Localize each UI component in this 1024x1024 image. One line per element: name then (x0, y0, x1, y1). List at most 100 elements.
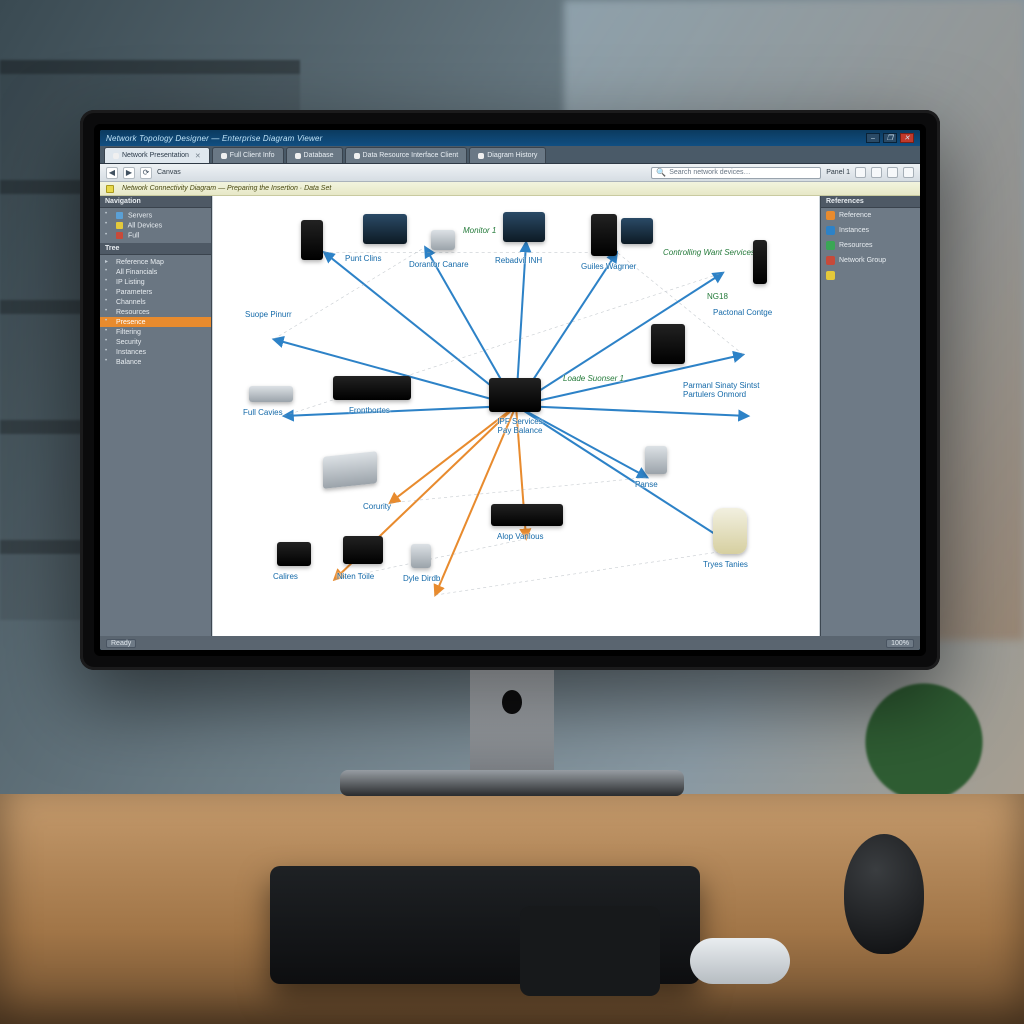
window-minimize-button[interactable]: – (866, 133, 880, 143)
sidebar-groups: Servers All Devices Full (100, 208, 211, 243)
toolbar-label: Canvas (157, 169, 181, 176)
node-label: Dyle Dirdb (403, 574, 440, 583)
node-cylinder[interactable] (713, 508, 747, 554)
toolbar-more-button[interactable] (903, 167, 914, 178)
color-swatch (826, 241, 835, 250)
ref-label: Reference (839, 212, 871, 219)
node-label: Dorantor Canare (409, 260, 469, 269)
sidebar-group-full[interactable]: Full (100, 231, 211, 241)
refresh-button[interactable]: ⟳ (140, 167, 152, 179)
tree-item[interactable]: Balance (100, 357, 211, 367)
node-center[interactable] (489, 378, 541, 412)
sidebar-title: Navigation (100, 196, 211, 208)
ref-item[interactable]: Resources (821, 238, 920, 253)
diagram-canvas[interactable]: IPF Services Pay Balance Punt Clins Dora… (212, 196, 820, 636)
node-switch[interactable] (249, 386, 293, 402)
status-text: Ready (106, 639, 136, 648)
tab-label: Network Presentation (122, 152, 189, 159)
tab-data-resource[interactable]: Data Resource Interface Client (345, 147, 468, 163)
group-label: Servers (128, 212, 152, 219)
ref-item[interactable]: Network Group (821, 253, 920, 268)
tree-item[interactable]: Channels (100, 297, 211, 307)
nav-forward-button[interactable]: ▶ (123, 167, 135, 179)
node-router[interactable] (491, 504, 563, 526)
node-cam3[interactable] (645, 446, 667, 474)
color-swatch (116, 222, 123, 229)
ref-item[interactable]: Reference (821, 208, 920, 223)
tab-label: Full Client Info (230, 152, 275, 159)
tab-icon (295, 153, 301, 159)
color-swatch (116, 212, 123, 219)
node-safe[interactable] (651, 324, 685, 364)
node-label: Corurity (363, 502, 391, 511)
node-label: Suope Pinurr (245, 310, 292, 319)
node-label: Calires (273, 572, 298, 581)
tab-icon (354, 153, 360, 159)
tab-database[interactable]: Database (286, 147, 343, 163)
search-input[interactable]: 🔍 Search network devices… (651, 167, 821, 179)
node-label: Pactonal Contge (713, 308, 772, 317)
tab-diagram-history[interactable]: Diagram History (469, 147, 546, 163)
node-monitor2[interactable] (503, 212, 545, 242)
node-mic[interactable] (753, 240, 767, 284)
tree-item[interactable]: Resources (100, 307, 211, 317)
node-device-small[interactable] (277, 542, 311, 566)
tree-item[interactable]: All Financials (100, 267, 211, 277)
close-icon[interactable]: ✕ (195, 152, 201, 160)
toolbar-grid-button[interactable] (871, 167, 882, 178)
ref-item[interactable]: Instances (821, 223, 920, 238)
node-cam2[interactable] (411, 544, 431, 568)
search-placeholder: Search network devices… (669, 169, 750, 176)
node-label: Alop Vanlous (497, 532, 544, 541)
tree-item[interactable]: Reference Map (100, 257, 211, 267)
color-swatch (826, 211, 835, 220)
color-swatch (826, 271, 835, 280)
node-label: Parmanl Sinaty Sintst Partulers Onmord (683, 382, 793, 400)
node-laptop2[interactable] (343, 536, 383, 564)
tree-item-label: Resources (116, 309, 149, 316)
tree-item[interactable]: Instances (100, 347, 211, 357)
tree-item-label: IP Listing (116, 279, 145, 286)
tab-full-client-info[interactable]: Full Client Info (212, 147, 284, 163)
group-label: Full (128, 233, 139, 240)
mouse-black (844, 834, 924, 954)
trackpad (520, 906, 660, 996)
titlebar: Network Topology Designer — Enterprise D… (100, 130, 920, 146)
node-storage[interactable] (323, 451, 377, 489)
document-info-bar: Network Connectivity Diagram — Preparing… (100, 182, 920, 196)
tab-icon (478, 153, 484, 159)
zoom-level[interactable]: 100% (886, 639, 914, 648)
toolbar-settings-button[interactable] (855, 167, 866, 178)
node-monitor3[interactable] (621, 218, 653, 244)
color-swatch (826, 226, 835, 235)
right-panel-title: References (821, 196, 920, 208)
tree-item[interactable]: IP Listing (100, 277, 211, 287)
toolbar-share-button[interactable] (887, 167, 898, 178)
tree-item-label: Security (116, 339, 141, 346)
node-monitor1[interactable] (363, 214, 407, 244)
sidebar-group-all-devices[interactable]: All Devices (100, 220, 211, 230)
node-rack[interactable] (333, 376, 411, 400)
tab-label: Diagram History (487, 152, 537, 159)
window-close-button[interactable]: ✕ (900, 133, 914, 143)
node-speaker[interactable] (301, 220, 323, 260)
left-sidebar: Navigation Servers All Devices (100, 196, 212, 636)
window-maximize-button[interactable]: ❐ (883, 133, 897, 143)
tree-item[interactable]: Parameters (100, 287, 211, 297)
group-label: All Devices (128, 222, 163, 229)
ref-item[interactable] (821, 268, 920, 283)
toolbar: ◀ ▶ ⟳ Canvas 🔍 Search network devices… P… (100, 164, 920, 182)
right-panel: References Reference Instances Resources… (820, 196, 920, 636)
ref-label: Resources (839, 242, 872, 249)
sidebar-group-servers[interactable]: Servers (100, 210, 211, 220)
tab-network-presentation[interactable]: Network Presentation ✕ (104, 147, 210, 163)
node-tower[interactable] (591, 214, 617, 256)
tree-item[interactable]: Filtering (100, 327, 211, 337)
app-window: Network Topology Designer — Enterprise D… (100, 130, 920, 650)
annotation-label: NG18 (707, 292, 728, 301)
annotation-label: Loade Suonser 1 (563, 374, 624, 383)
node-webcam[interactable] (431, 230, 455, 250)
tree-item-selected[interactable]: Presence (100, 317, 211, 327)
nav-back-button[interactable]: ◀ (106, 167, 118, 179)
tree-item[interactable]: Security (100, 337, 211, 347)
